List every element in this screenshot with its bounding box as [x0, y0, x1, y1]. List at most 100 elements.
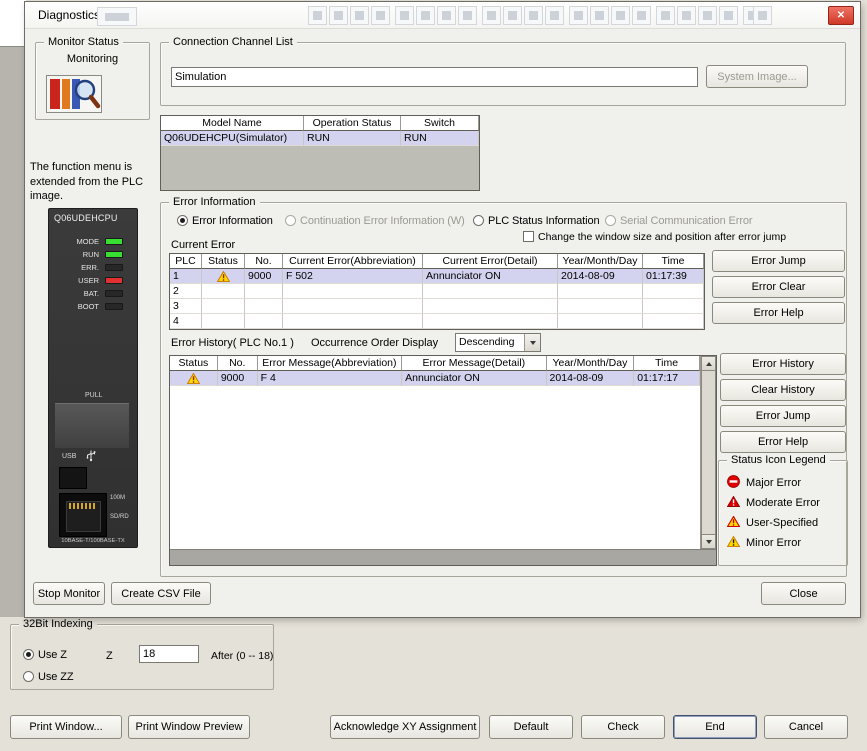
scroll-down-icon[interactable]: [701, 534, 716, 549]
check-button[interactable]: Check: [581, 715, 665, 739]
serial-communication-error-radio[interactable]: Serial Communication Error: [605, 214, 753, 227]
clear-history-button[interactable]: Clear History: [720, 379, 846, 401]
use-zz-label: Use ZZ: [38, 671, 73, 683]
current-error-table: PLC Status No. Current Error(Abbreviatio…: [169, 253, 705, 330]
error-information-groupbox: Error Information Error Information Cont…: [160, 202, 847, 577]
model-table-row[interactable]: Q06UDEHCPU(Simulator) RUN RUN: [161, 131, 479, 146]
history-error-help-button[interactable]: Error Help: [720, 431, 846, 453]
print-window-preview-button[interactable]: Print Window Preview: [128, 715, 250, 739]
z-value-input[interactable]: [139, 645, 199, 663]
error-history-table: Status No. Error Message(Abbreviation) E…: [169, 355, 717, 566]
chevron-down-icon[interactable]: [524, 334, 540, 351]
use-z-radio[interactable]: Use Z: [23, 648, 67, 661]
background-toolbar-artifact: [97, 7, 137, 26]
error-information-title: Error Information: [169, 195, 260, 209]
current-error-row[interactable]: 4: [170, 314, 704, 329]
use-zz-radio[interactable]: Use ZZ: [23, 670, 73, 683]
radio-dot-icon: [23, 671, 34, 682]
bat-led-icon: [105, 290, 123, 297]
close-icon: ✕: [837, 10, 845, 21]
close-dialog-button[interactable]: Close: [761, 582, 846, 605]
background-window-edge: [0, 0, 25, 617]
system-image-button[interactable]: System Image...: [706, 65, 808, 88]
user-specified-icon: [727, 516, 740, 530]
connection-channel-input[interactable]: [171, 67, 698, 87]
legend-item-moderate: Moderate Error: [727, 495, 820, 511]
radio-dot-icon: [177, 215, 188, 226]
create-csv-button[interactable]: Create CSV File: [111, 582, 211, 605]
resize-after-jump-checkbox[interactable]: Change the window size and position afte…: [523, 230, 786, 243]
monitor-status-groupbox: Monitor Status Monitoring: [35, 42, 150, 120]
model-table-filler: [161, 146, 479, 190]
error-history-button[interactable]: Error History: [720, 353, 846, 375]
checkbox-icon: [523, 231, 534, 242]
speed-led-label: 100M: [110, 495, 125, 501]
acknowledge-xy-assignment-button[interactable]: Acknowledge XY Assignment: [330, 715, 480, 739]
radio-dot-icon: [473, 215, 484, 226]
error-history-content: Status No. Error Message(Abbreviation) E…: [170, 356, 700, 549]
monitoring-status-text: Monitoring: [36, 53, 149, 65]
close-button[interactable]: ✕: [828, 6, 854, 25]
ethernet-port: [59, 493, 107, 537]
default-button[interactable]: Default: [489, 715, 573, 739]
legend-item-user-specified: User-Specified: [727, 515, 818, 531]
continuation-error-radio[interactable]: Continuation Error Information (W): [285, 214, 465, 227]
radio-dot-icon: [285, 215, 296, 226]
plc-status-information-radio[interactable]: PLC Status Information: [473, 214, 600, 227]
status-icon-legend-groupbox: Status Icon Legend Major Error Moderate …: [718, 460, 848, 566]
diagnostics-dialog: Diagnostics ✕ Monitor Status Monitoring: [25, 2, 860, 617]
vertical-scrollbar[interactable]: [700, 356, 716, 549]
model-table: Model Name Operation Status Switch Q06UD…: [160, 115, 480, 191]
scroll-up-icon[interactable]: [701, 356, 716, 371]
user-specified-warning-icon: [202, 269, 245, 284]
connection-channel-title: Connection Channel List: [169, 35, 297, 49]
indexing-group-title: 32Bit Indexing: [19, 617, 97, 631]
major-error-icon: [727, 475, 740, 491]
end-button[interactable]: End: [673, 715, 757, 739]
pull-tab: [55, 403, 129, 448]
led-label-bat: BAT.: [49, 289, 99, 298]
usb-icon: [85, 449, 97, 465]
err-led-icon: [105, 264, 123, 271]
mode-led-icon: [105, 238, 123, 245]
z-range-label: After (0 -- 18): [211, 650, 273, 662]
current-error-row[interactable]: 3: [170, 299, 704, 314]
plc-model-label: Q06UDEHCPU: [54, 213, 118, 223]
pull-label: PULL: [85, 392, 103, 399]
user-specified-warning-icon: [170, 371, 218, 386]
led-label-user: USER: [49, 276, 99, 285]
history-error-jump-button[interactable]: Error Jump: [720, 405, 846, 427]
scrollbar-thumb[interactable]: [701, 371, 716, 534]
occurrence-order-select[interactable]: Descending: [455, 333, 541, 352]
boot-led-icon: [105, 303, 123, 310]
error-history-label: Error History( PLC No.1 ): [171, 337, 294, 349]
horizontal-scrollbar[interactable]: [170, 549, 716, 565]
cancel-button[interactable]: Cancel: [764, 715, 848, 739]
moderate-error-icon: [727, 496, 740, 510]
run-led-icon: [105, 251, 123, 258]
indexing-groupbox: 32Bit Indexing Use Z Z After (0 -- 18) U…: [10, 624, 274, 690]
error-information-radio[interactable]: Error Information: [177, 214, 273, 227]
current-error-header: PLC Status No. Current Error(Abbreviatio…: [170, 254, 704, 269]
current-error-label: Current Error: [171, 239, 235, 251]
background-floating-window-corner: [0, 0, 26, 47]
plc-note-text: The function menu is extended from the P…: [30, 160, 150, 204]
background-toolbar-artifact: [753, 6, 772, 25]
led-label-boot: BOOT: [49, 302, 99, 311]
dialog-titlebar[interactable]: Diagnostics ✕: [25, 2, 860, 29]
current-error-row[interactable]: 2: [170, 284, 704, 299]
print-window-button[interactable]: Print Window...: [10, 715, 122, 739]
plc-module-image: Q06UDEHCPU MODE RUN ERR. USER BAT. BOOT …: [48, 208, 138, 548]
error-jump-button[interactable]: Error Jump: [712, 250, 845, 272]
current-error-row[interactable]: 1 9000 F 502 Annunciator ON 2014-08-09 0…: [170, 269, 704, 284]
error-help-button[interactable]: Error Help: [712, 302, 845, 324]
dialog-title: Diagnostics: [38, 8, 100, 22]
legend-item-major: Major Error: [727, 475, 801, 491]
radio-dot-icon: [605, 215, 616, 226]
screen: 32Bit Indexing Use Z Z After (0 -- 18) U…: [0, 0, 867, 751]
stop-monitor-button[interactable]: Stop Monitor: [33, 582, 105, 605]
monitor-status-title: Monitor Status: [44, 35, 123, 49]
error-clear-button[interactable]: Error Clear: [712, 276, 845, 298]
port-type-label: 10BASE-T/100BASE-TX: [49, 538, 137, 544]
error-history-row[interactable]: 9000 F 4 Annunciator ON 2014-08-09 01:17…: [170, 371, 700, 386]
